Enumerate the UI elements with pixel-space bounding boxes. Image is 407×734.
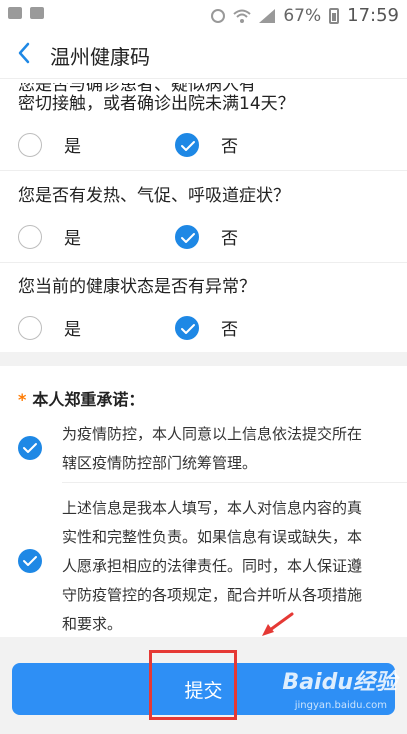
wifi-icon bbox=[233, 9, 251, 23]
option-label: 否 bbox=[221, 229, 238, 249]
baidu-watermark-url: jingyan.baidu.com bbox=[294, 700, 387, 711]
promise-1-checkbox[interactable] bbox=[18, 436, 42, 460]
status-right: 67% 17:59 bbox=[211, 5, 399, 26]
question-2-text: 您是否有发热、气促、呼吸道症状？ bbox=[18, 186, 290, 206]
option-label: 是 bbox=[64, 137, 81, 157]
image-notification-icon bbox=[8, 7, 22, 19]
radio-unchecked-icon bbox=[18, 132, 42, 157]
promise-title-text: 本人郑重承诺： bbox=[32, 390, 145, 409]
promise-2-checkbox[interactable] bbox=[18, 549, 42, 573]
q3-option-yes[interactable]: 是 bbox=[18, 315, 81, 340]
text-line: 实性和完整性负责。如果信息有误或缺失，本 bbox=[62, 528, 363, 546]
question-1-text: 密切接触，或者确诊出院未满14天？ bbox=[18, 94, 295, 114]
text-line: 为疫情防控，本人同意以上信息依法提交所在 bbox=[62, 425, 363, 443]
radio-checked-icon bbox=[175, 224, 199, 249]
promise-2-text: 上述信息是我本人填写，本人对信息内容的真 实性和完整性负责。如果信息有误或缺失，… bbox=[62, 494, 390, 639]
text-line: 辖区疫情防控部门统筹管理。 bbox=[62, 454, 258, 472]
q1-option-yes[interactable]: 是 bbox=[18, 132, 81, 157]
option-label: 是 bbox=[64, 229, 81, 249]
q1-option-no[interactable]: 否 bbox=[175, 132, 238, 157]
radio-unchecked-icon bbox=[18, 224, 42, 249]
status-bar: 67% 17:59 bbox=[0, 0, 407, 30]
radio-checked-icon bbox=[175, 315, 199, 340]
check-icon bbox=[23, 443, 37, 453]
notification-icons bbox=[8, 7, 44, 19]
option-label: 否 bbox=[221, 320, 238, 340]
radio-unchecked-icon bbox=[18, 315, 42, 340]
clock: 17:59 bbox=[347, 5, 399, 26]
promise-1-text: 为疫情防控，本人同意以上信息依法提交所在 辖区疫情防控部门统筹管理。 bbox=[62, 420, 390, 478]
question-3-text: 您当前的健康状态是否有异常？ bbox=[18, 277, 256, 297]
baidu-watermark: Baidu经验 bbox=[282, 670, 397, 695]
battery-icon bbox=[329, 7, 340, 24]
chevron-left-icon bbox=[18, 42, 30, 64]
q3-option-no[interactable]: 否 bbox=[175, 315, 238, 340]
option-label: 否 bbox=[221, 137, 238, 157]
divider bbox=[62, 482, 407, 483]
battery-percent: 67% bbox=[283, 5, 322, 26]
text-line: 守防疫管控的各项规定，配合并听从各项措施 bbox=[62, 586, 363, 604]
section-separator bbox=[0, 352, 407, 366]
q2-option-no[interactable]: 否 bbox=[175, 224, 238, 249]
divider bbox=[0, 170, 407, 171]
text-line: 人愿承担相应的法律责任。同时，本人保证遵 bbox=[62, 557, 363, 575]
submit-label: 提交 bbox=[184, 679, 223, 702]
option-label: 是 bbox=[64, 320, 81, 340]
text-line: 和要求。 bbox=[62, 615, 123, 633]
text-line: 上述信息是我本人填写，本人对信息内容的真 bbox=[62, 499, 363, 517]
check-icon bbox=[23, 556, 37, 566]
folder-notification-icon bbox=[30, 7, 44, 19]
promise-title: * 本人郑重承诺： bbox=[18, 386, 144, 410]
required-star: * bbox=[18, 390, 27, 409]
q2-option-yes[interactable]: 是 bbox=[18, 224, 81, 249]
radio-checked-icon bbox=[175, 132, 199, 157]
back-button[interactable] bbox=[12, 39, 38, 67]
red-arrow-icon bbox=[262, 612, 294, 636]
page-title: 温州健康码 bbox=[50, 45, 150, 69]
nav-bar: 温州健康码 bbox=[0, 30, 407, 79]
signal-icon bbox=[259, 8, 276, 23]
divider bbox=[0, 262, 407, 263]
alarm-icon bbox=[211, 8, 226, 23]
